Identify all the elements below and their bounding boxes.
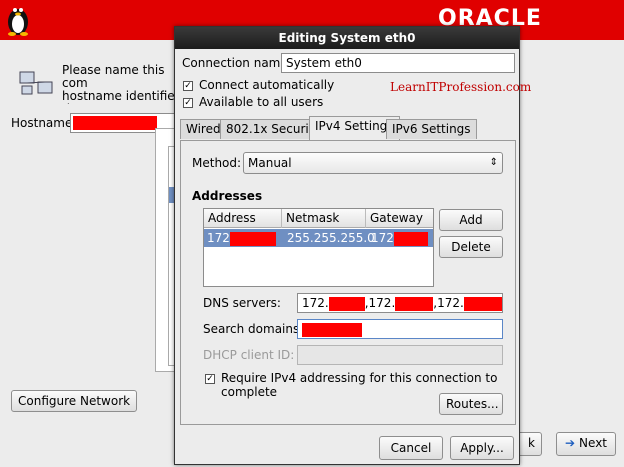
column-gateway[interactable]: Gateway — [366, 209, 434, 228]
cancel-button[interactable]: Cancel — [379, 436, 443, 460]
redacted-hostname — [73, 116, 157, 130]
dns-servers-input[interactable]: 172. ,172. ,172. — [297, 293, 503, 313]
tab-ipv6-settings[interactable]: IPv6 Settings — [386, 119, 477, 139]
redacted-gateway — [393, 231, 428, 246]
dns-part-1: 172. — [302, 296, 329, 310]
search-domains-input[interactable] — [297, 319, 503, 339]
delete-button[interactable]: Delete — [439, 236, 503, 258]
configure-network-button[interactable]: Configure Network — [11, 390, 138, 412]
hostname-label: Hostname: — [11, 116, 77, 130]
search-domains-label: Search domains: — [203, 322, 304, 336]
connection-name-input[interactable]: System eth0 — [281, 53, 515, 73]
redacted-address — [229, 231, 276, 246]
dns-part-2: ,172. — [364, 296, 396, 310]
dns-part-3: ,172. — [433, 296, 464, 310]
require-ipv4-checkbox[interactable]: ✓ — [205, 374, 215, 384]
apply-button[interactable]: Apply... — [450, 436, 514, 460]
available-to-all-checkbox[interactable]: ✓ — [183, 98, 193, 108]
ipv4-settings-panel: Method: Manual ⇕ Addresses Address Netma… — [180, 140, 516, 425]
addresses-table[interactable]: Address Netmask Gateway 172 255.255.255.… — [203, 208, 434, 287]
addresses-heading: Addresses — [192, 189, 263, 203]
connection-name-label: Connection name: — [182, 56, 292, 70]
dialog-title: Editing System eth0 — [175, 27, 519, 49]
row-address-text: 172 — [207, 231, 230, 245]
row-netmask: 255.255.255.0 — [287, 231, 375, 245]
add-button[interactable]: Add — [439, 209, 503, 231]
network-icon — [19, 71, 53, 95]
redacted-dns-2 — [395, 296, 434, 311]
intro-text: Please name this com hostname identifies… — [62, 64, 181, 104]
method-select[interactable]: Manual ⇕ — [243, 152, 503, 174]
row-gateway: 172 — [368, 229, 428, 247]
row-gateway-text: 172 — [371, 231, 394, 245]
redacted-search-domain — [302, 322, 362, 337]
column-address[interactable]: Address — [204, 209, 282, 228]
next-arrow-icon: ➔ — [564, 436, 576, 450]
select-arrows-icon: ⇕ — [489, 157, 498, 168]
dhcp-client-id-input[interactable] — [297, 345, 503, 365]
method-label: Method: — [192, 156, 242, 170]
dns-servers-label: DNS servers: — [203, 296, 281, 310]
available-to-all-label: Available to all users — [199, 95, 324, 109]
redacted-dns-3 — [463, 296, 502, 311]
connect-automatically-checkbox[interactable]: ✓ — [183, 81, 193, 91]
row-address: 172 — [204, 229, 276, 247]
dhcp-client-id-label: DHCP client ID: — [203, 348, 295, 362]
tux-logo-icon — [8, 8, 28, 36]
routes-button[interactable]: Routes... — [439, 393, 503, 415]
watermark-text: LearnITProfession.com — [390, 80, 532, 94]
column-netmask[interactable]: Netmask — [282, 209, 366, 228]
connect-automatically-label: Connect automatically — [199, 78, 335, 92]
back-button-label: k — [528, 436, 535, 450]
addresses-table-header: Address Netmask Gateway — [204, 209, 433, 228]
next-button[interactable]: ➔ Next — [556, 432, 616, 456]
method-value: Manual — [248, 156, 292, 170]
next-button-label: Next — [579, 436, 608, 450]
table-row[interactable]: 172 255.255.255.0 172 — [204, 229, 433, 247]
redacted-dns-1 — [328, 296, 365, 311]
